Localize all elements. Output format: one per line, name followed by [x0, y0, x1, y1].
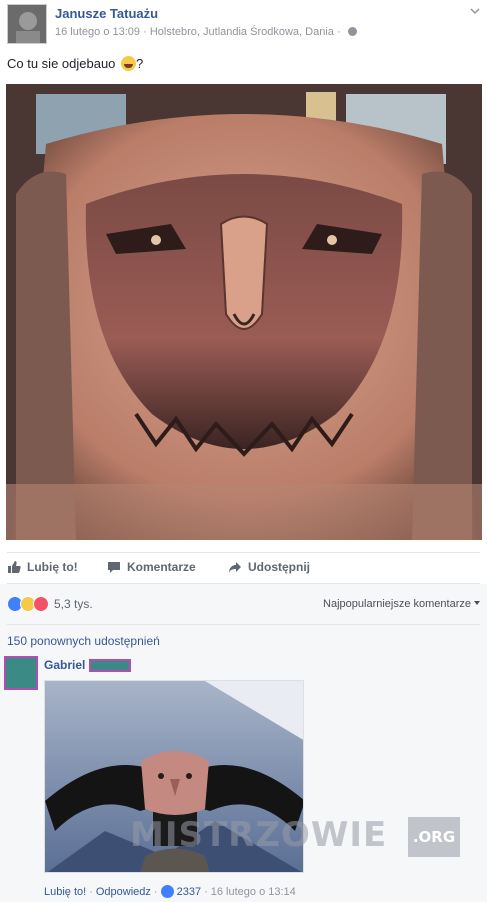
- comment-author: Gabriel: [44, 658, 132, 672]
- comment-author-avatar[interactable]: [4, 656, 38, 690]
- comment-date[interactable]: 16 lutego o 13:14: [211, 886, 296, 898]
- redacted-name-block: [89, 658, 132, 672]
- eagle-chest-tattoo-image: [6, 84, 482, 540]
- comment-like-link[interactable]: Lubię to!: [44, 886, 86, 898]
- comment-footer: Lubię to! · Odpowiedz · 2337 · 16 lutego…: [44, 885, 296, 898]
- comment-like-count[interactable]: 2337: [177, 886, 201, 898]
- facebook-post: Janusze Tatuażu 16 lutego o 13:09 · Hols…: [0, 0, 487, 902]
- share-arrow-icon: [229, 562, 241, 573]
- laughing-emoji-icon: [121, 56, 137, 71]
- comment-author-name[interactable]: Gabriel: [44, 658, 85, 672]
- post-actions: Lubię to! Komentarze Udostępnij: [0, 555, 487, 581]
- globe-icon: [347, 27, 357, 36]
- post-meta: 16 lutego o 13:09 · Holstebro, Jutlandia…: [55, 26, 357, 38]
- tattoo-photo[interactable]: [6, 84, 482, 540]
- post-text: Co tu sie odjebauo ?: [7, 56, 144, 71]
- reactions-summary[interactable]: 5,3 tys.: [7, 596, 93, 612]
- post-date[interactable]: 16 lutego o 13:09: [55, 26, 140, 38]
- caret-down-icon: [474, 601, 480, 605]
- comment-icon: [108, 562, 120, 573]
- shares-count-link[interactable]: 150 ponownych udostępnień: [7, 634, 160, 648]
- watermark-text: MISTRZOWIE: [130, 815, 388, 855]
- like-bubble-icon: [160, 885, 174, 898]
- reaction-count: 5,3 tys.: [54, 597, 93, 611]
- page-avatar[interactable]: [7, 4, 47, 44]
- page-avatar-image: [8, 5, 46, 43]
- comment-button[interactable]: Komentarze: [107, 560, 196, 574]
- actions-bottom-divider: [7, 583, 480, 584]
- comment-reply-link[interactable]: Odpowiedz: [96, 886, 151, 898]
- reactions-divider: [7, 624, 480, 625]
- page-name[interactable]: Janusze Tatuażu: [55, 6, 158, 21]
- post-location[interactable]: Holstebro, Jutlandia Środkowa, Dania: [150, 26, 334, 38]
- love-icon: [33, 596, 49, 612]
- watermark-org-badge: .ORG: [408, 817, 460, 857]
- actions-top-divider: [7, 552, 480, 553]
- share-button[interactable]: Udostępnij: [228, 560, 310, 574]
- like-button[interactable]: Lubię to!: [7, 560, 78, 574]
- comment-sort-dropdown[interactable]: Najpopularniejsze komentarze: [323, 598, 480, 610]
- thumbs-up-icon: [8, 561, 21, 573]
- chevron-down-icon[interactable]: [470, 6, 480, 16]
